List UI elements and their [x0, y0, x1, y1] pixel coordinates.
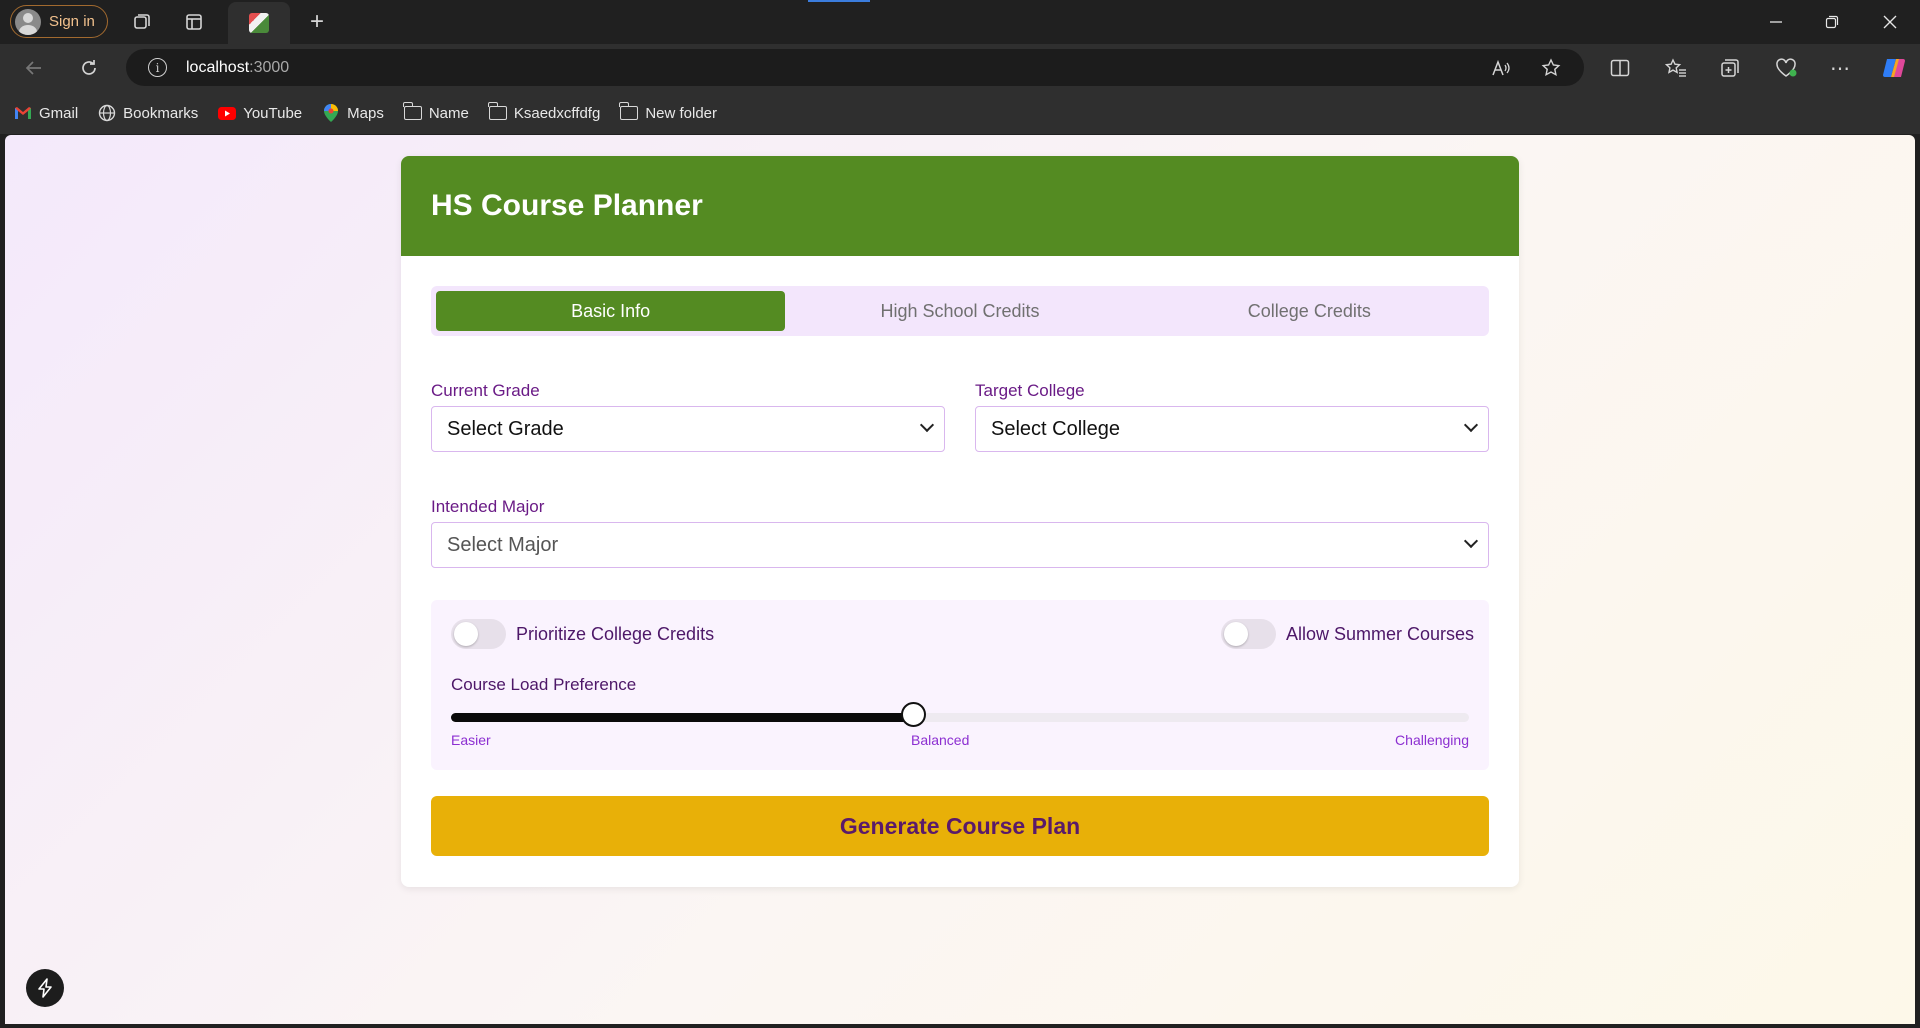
browser-navbar: i localhost:3000 ⋯	[0, 44, 1920, 92]
browser-essentials-icon[interactable]	[1774, 56, 1798, 80]
address-bar[interactable]: i localhost:3000	[126, 49, 1584, 86]
browser-titlebar: Sign in +	[0, 0, 1920, 44]
url-text: localhost:3000	[186, 59, 290, 76]
preferences-panel: Prioritize College Credits Allow Summer …	[431, 600, 1489, 770]
collections-icon[interactable]	[1718, 56, 1742, 80]
favorites-icon[interactable]	[1664, 56, 1688, 80]
target-college-label: Target College	[975, 381, 1085, 400]
site-info-icon[interactable]: i	[148, 58, 167, 77]
lightning-bolt-icon[interactable]	[26, 969, 64, 1007]
tab-college-credits[interactable]: College Credits	[1135, 291, 1484, 331]
chevron-down-icon	[1463, 417, 1479, 433]
current-grade-value: Select Grade	[447, 417, 564, 440]
tab-basic-info[interactable]: Basic Info	[436, 291, 786, 331]
course-load-slider-fill	[451, 713, 909, 722]
intended-major-select[interactable]: Select Major	[431, 522, 1489, 568]
prioritize-college-credits-toggle[interactable]	[451, 619, 506, 649]
youtube-icon	[218, 105, 237, 121]
page-title: HS Course Planner	[431, 189, 703, 222]
gmail-icon	[14, 105, 32, 121]
new-tab-icon[interactable]: +	[304, 8, 330, 35]
bookmark-folder-new-folder[interactable]: New folder	[619, 102, 717, 122]
generate-course-plan-button[interactable]: Generate Course Plan	[431, 796, 1489, 856]
folder-icon	[487, 102, 507, 120]
current-grade-label: Current Grade	[431, 381, 540, 400]
current-grade-select[interactable]: Select Grade	[431, 406, 945, 452]
minimize-icon[interactable]	[1748, 0, 1804, 44]
reload-icon[interactable]	[77, 56, 101, 80]
allow-summer-courses-toggle[interactable]	[1221, 619, 1276, 649]
bookmark-folder-ksaedxcffdfg[interactable]: Ksaedxcffdfg	[487, 102, 600, 122]
slider-label-challenging: Challenging	[1395, 732, 1469, 748]
workspaces-icon[interactable]	[130, 10, 154, 34]
course-load-label: Course Load Preference	[451, 675, 637, 694]
course-load-slider-thumb[interactable]	[901, 702, 926, 727]
sign-in-button[interactable]: Sign in	[10, 5, 108, 38]
folder-icon	[402, 102, 422, 120]
avatar-icon	[15, 8, 41, 35]
copilot-icon[interactable]	[1880, 54, 1908, 82]
split-screen-icon[interactable]	[1608, 56, 1632, 80]
bookmark-folder-name[interactable]: Name	[402, 102, 469, 122]
folder-icon	[619, 102, 639, 120]
bookmark-bookmarks[interactable]: Bookmarks	[98, 105, 198, 122]
planner-card: HS Course Planner Basic Info High School…	[401, 156, 1519, 887]
bookmark-youtube[interactable]: YouTube	[218, 105, 302, 122]
prioritize-college-credits-label: Prioritize College Credits	[516, 624, 715, 644]
planner-header: HS Course Planner	[401, 156, 1519, 256]
slider-label-balanced: Balanced	[911, 732, 970, 748]
back-icon[interactable]	[22, 56, 46, 80]
tab-bar: Basic Info High School Credits College C…	[431, 286, 1489, 336]
tab-accent	[808, 0, 870, 2]
slider-label-easier: Easier	[451, 732, 491, 748]
tab-high-school-credits[interactable]: High School Credits	[785, 291, 1134, 331]
site-favicon-icon	[249, 13, 269, 33]
browser-tab-active[interactable]	[228, 2, 290, 44]
more-options-icon[interactable]: ⋯	[1828, 56, 1852, 80]
tab-actions-icon[interactable]	[182, 10, 206, 34]
close-window-icon[interactable]	[1862, 0, 1918, 44]
allow-summer-courses-label: Allow Summer Courses	[1286, 624, 1475, 644]
bookmarks-bar: Gmail Bookmarks YouTube Maps Name Ksaedx…	[0, 92, 1920, 134]
globe-icon	[98, 104, 116, 122]
bookmark-maps[interactable]: Maps	[322, 104, 384, 122]
favorite-star-icon[interactable]	[1540, 57, 1562, 79]
restore-icon[interactable]	[1804, 0, 1860, 44]
intended-major-value: Select Major	[447, 533, 559, 556]
intended-major-label: Intended Major	[431, 497, 545, 516]
chevron-down-icon	[919, 417, 935, 433]
bookmark-gmail[interactable]: Gmail	[14, 105, 78, 122]
target-college-select[interactable]: Select College	[975, 406, 1489, 452]
chevron-down-icon	[1463, 533, 1479, 549]
sign-in-label: Sign in	[49, 13, 95, 30]
page-viewport: HS Course Planner Basic Info High School…	[5, 135, 1915, 1024]
maps-icon	[322, 104, 340, 122]
course-load-slider[interactable]	[451, 713, 1469, 722]
target-college-value: Select College	[991, 417, 1120, 440]
read-aloud-icon[interactable]	[1490, 57, 1512, 79]
